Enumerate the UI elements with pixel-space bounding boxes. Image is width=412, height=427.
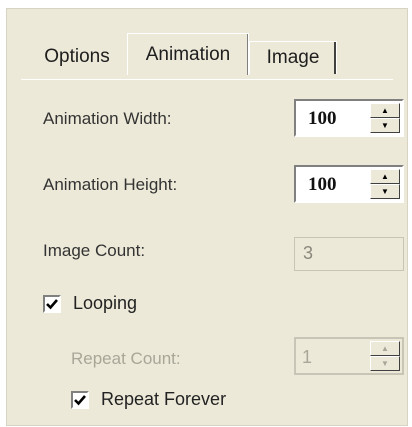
animation-width-value[interactable]: 100 <box>308 108 337 130</box>
animation-height-arrows: ▲ ▼ <box>370 169 400 199</box>
animation-width-label: Animation Width: <box>43 109 172 128</box>
animation-width-arrows: ▲ ▼ <box>370 103 400 133</box>
repeat-count-arrows: ▲ ▼ <box>370 341 400 371</box>
chevron-down-icon[interactable]: ▼ <box>370 356 400 371</box>
repeat-forever-checkbox-box[interactable] <box>71 390 89 409</box>
repeat-forever-checkbox[interactable]: Repeat Forever <box>71 389 226 410</box>
tab-panel-border <box>21 79 393 80</box>
image-count-value: 3 <box>303 243 314 263</box>
chevron-up-icon[interactable]: ▲ <box>370 169 400 184</box>
repeat-count-value[interactable]: 1 <box>302 347 312 368</box>
repeat-count-spinner[interactable]: 1 ▲ ▼ <box>294 337 404 375</box>
animation-width-spinner[interactable]: 100 ▲ ▼ <box>294 99 404 137</box>
image-count-label: Image Count: <box>43 241 146 260</box>
looping-label: Looping <box>73 293 138 313</box>
chevron-down-icon[interactable]: ▼ <box>370 118 400 133</box>
looping-checkbox-box[interactable] <box>43 294 61 313</box>
chevron-up-icon[interactable]: ▲ <box>370 341 400 356</box>
repeat-count-label: Repeat Count: <box>71 349 181 368</box>
tab-animation[interactable]: Animation <box>127 33 249 75</box>
looping-checkbox[interactable]: Looping <box>43 293 137 314</box>
tab-image[interactable]: Image <box>249 41 337 74</box>
check-icon <box>46 298 58 309</box>
animation-height-spinner[interactable]: 100 ▲ ▼ <box>294 165 404 203</box>
animation-height-label: Animation Height: <box>43 175 178 194</box>
chevron-down-icon[interactable]: ▼ <box>370 184 400 199</box>
chevron-up-icon[interactable]: ▲ <box>370 103 400 118</box>
tab-options[interactable]: Options <box>29 41 125 73</box>
check-icon <box>74 394 86 405</box>
repeat-forever-label: Repeat Forever <box>101 389 227 409</box>
image-count-field: 3 <box>294 237 404 271</box>
properties-panel: Options Animation Image Animation Width:… <box>6 8 408 426</box>
animation-height-value[interactable]: 100 <box>308 174 337 196</box>
tab-strip: Options Animation Image <box>15 33 401 75</box>
